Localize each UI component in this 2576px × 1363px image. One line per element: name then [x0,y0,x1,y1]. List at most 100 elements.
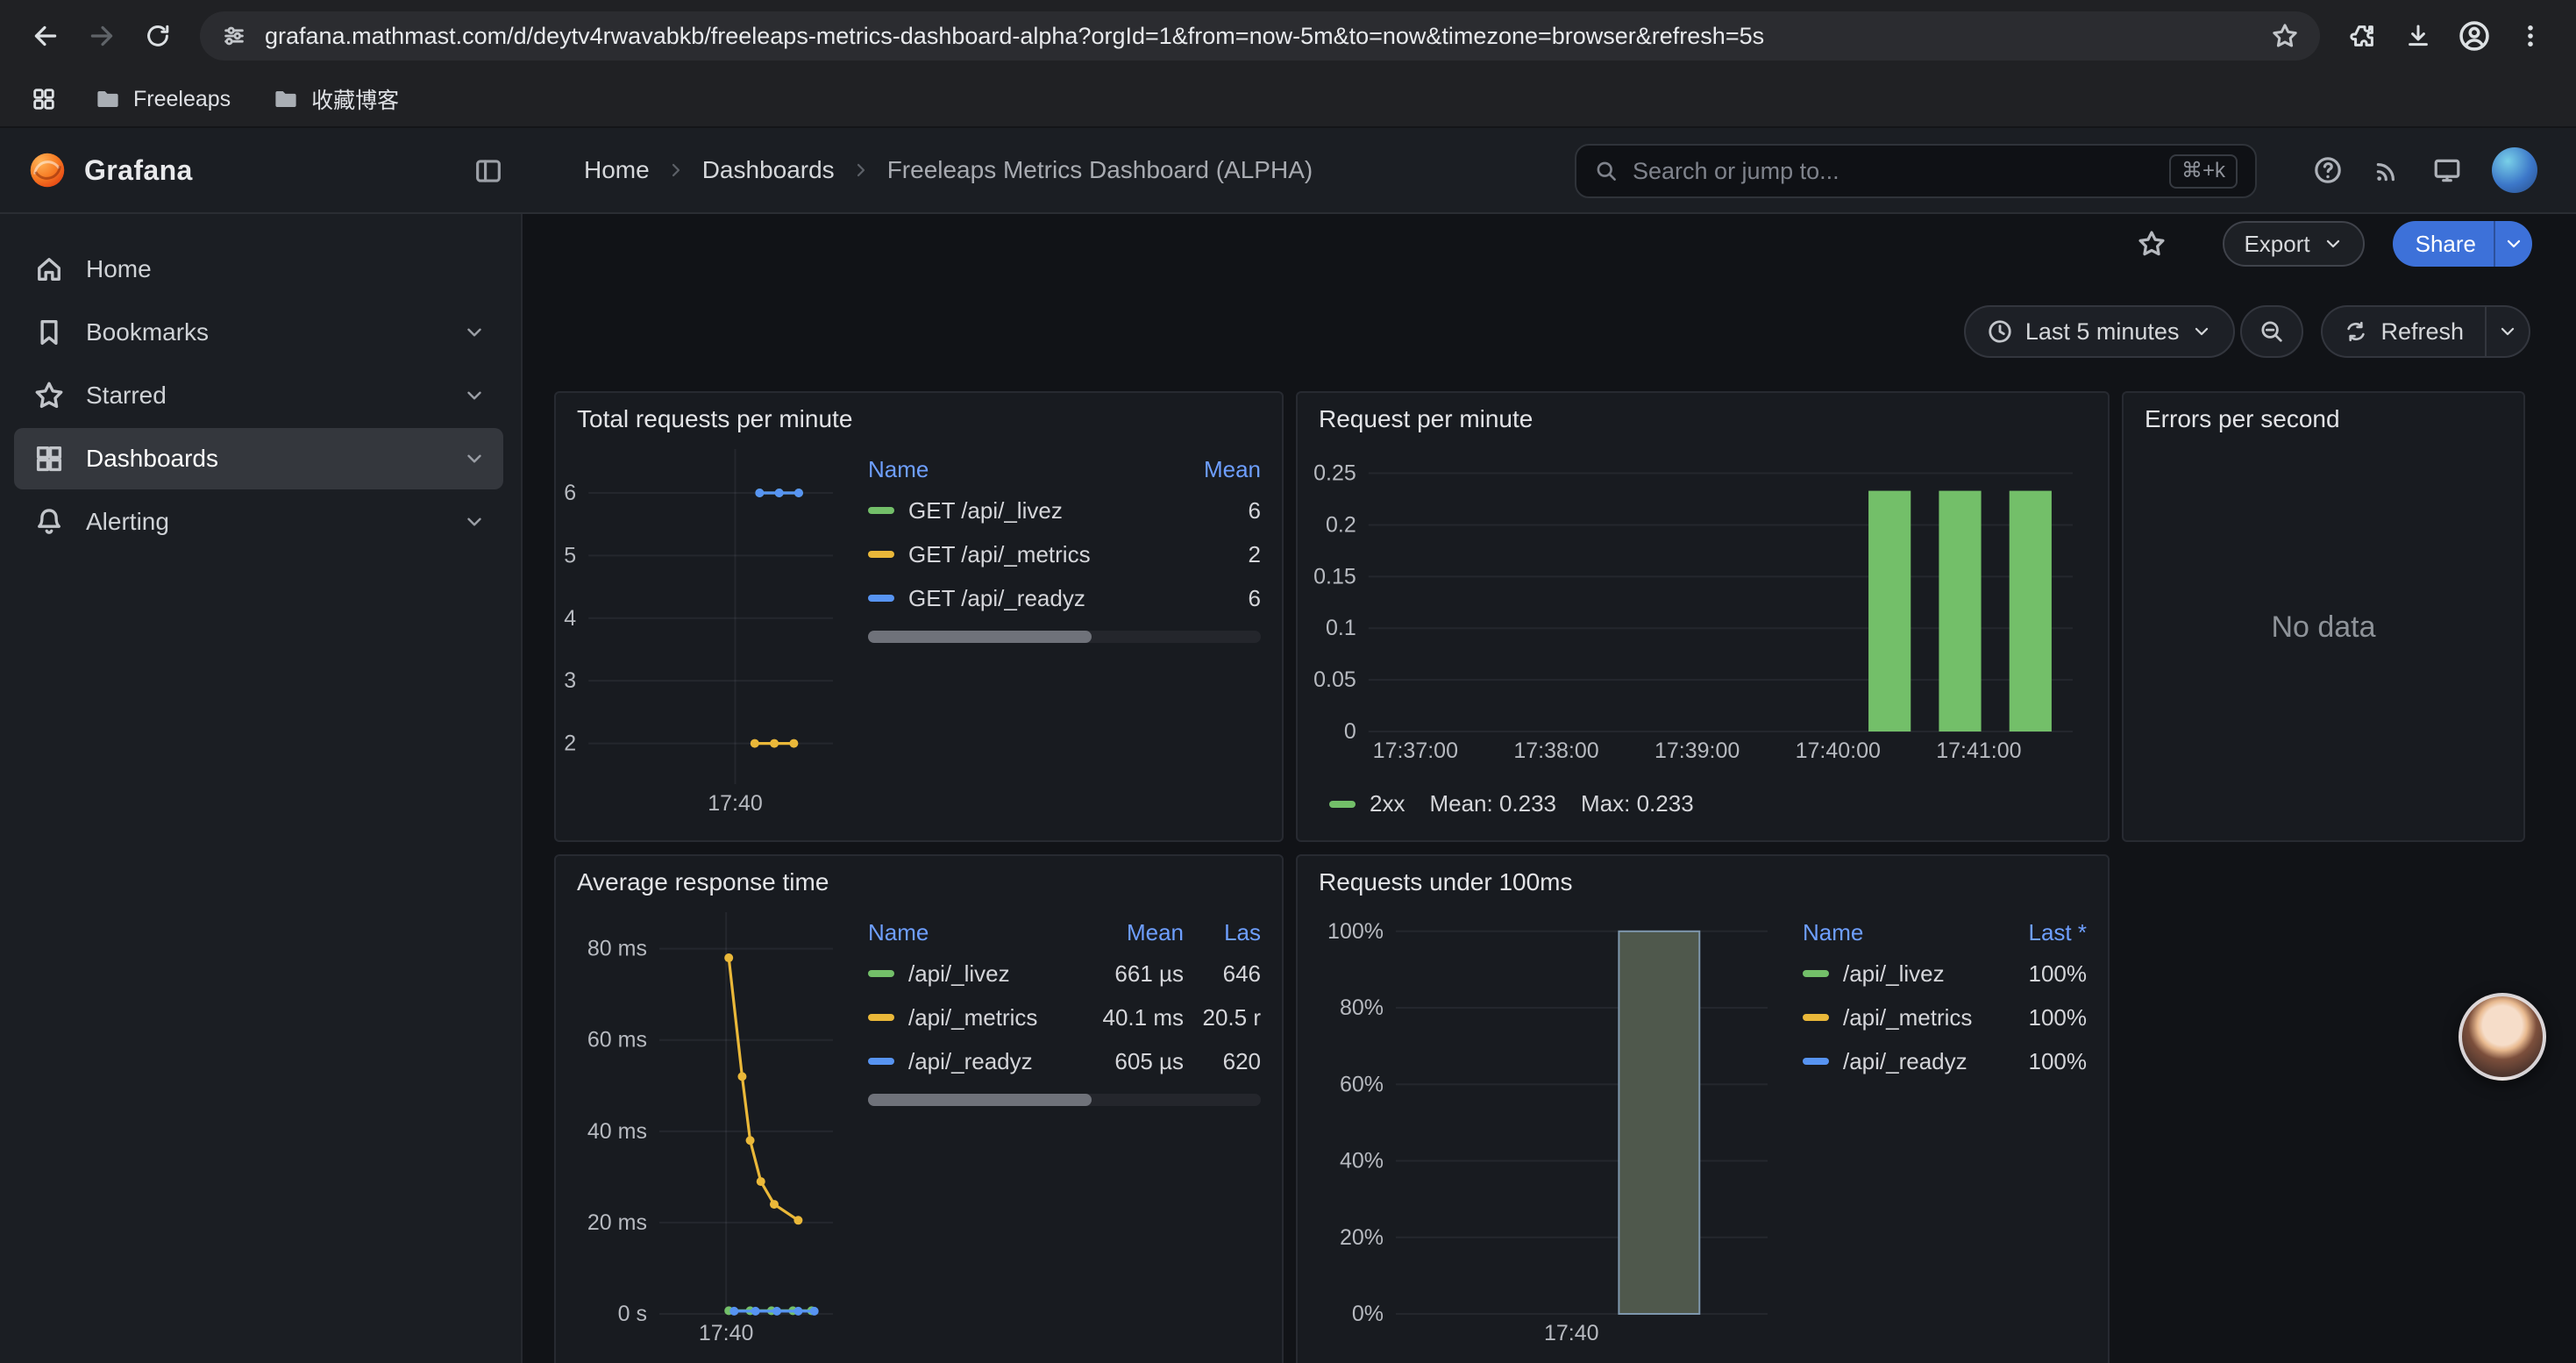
legend-col-name[interactable]: Name [868,919,1075,946]
legend-row[interactable]: /api/_livez 100% [1803,952,2087,995]
series-name[interactable]: GET /api/_livez [908,497,1163,525]
browser-menu-icon[interactable] [2502,8,2558,64]
legend-row[interactable]: /api/_metrics 40.1 ms 20.5 r [868,995,1261,1039]
forward-icon[interactable] [74,8,130,64]
sidebar-item-dashboards[interactable]: Dashboards [14,428,503,489]
share-button[interactable]: Share [2393,221,2532,267]
legend-scrollbar[interactable] [868,1094,1261,1106]
search-icon [1594,159,1619,183]
series-name[interactable]: /api/_metrics [908,1004,1075,1031]
chevron-down-icon[interactable] [463,384,486,407]
sidebar-item-starred[interactable]: Starred [14,365,503,426]
panel-title[interactable]: Total requests per minute [556,393,1282,439]
panel-title[interactable]: Requests under 100ms [1298,856,2108,902]
sidebar-item-alerting[interactable]: Alerting [14,491,503,553]
legend-row[interactable]: GET /api/_livez 6 [868,489,1261,532]
legend-col-mean[interactable]: Mean [1163,456,1261,483]
favorite-star-icon[interactable] [2137,229,2167,259]
apps-grid-icon[interactable] [21,76,67,122]
svg-text:80%: 80% [1340,995,1384,1020]
legend-row[interactable]: /api/_metrics 100% [1803,995,2087,1039]
chevron-down-icon[interactable] [463,510,486,533]
panel-title[interactable]: Request per minute [1298,393,2108,439]
panel-title[interactable]: Average response time [556,856,1282,902]
url-input[interactable] [265,23,2253,50]
legend-col-mean[interactable]: Mean [1075,919,1184,946]
legend-col-name[interactable]: Name [1803,919,1996,946]
panel-title[interactable]: Errors per second [2124,393,2523,439]
series-name[interactable]: /api/_readyz [908,1048,1075,1075]
back-icon[interactable] [18,8,74,64]
legend-col-last[interactable]: Last * [1996,919,2087,946]
bookmarks-bar: Freeleaps 收藏博客 [0,72,2576,128]
help-icon[interactable] [2313,155,2343,185]
chevron-down-icon[interactable] [463,447,486,470]
series-name[interactable]: /api/_livez [908,960,1075,988]
refresh-button[interactable]: Refresh [2321,305,2485,358]
legend-row[interactable]: /api/_readyz 605 µs 620 [868,1039,1261,1083]
series-name[interactable]: GET /api/_metrics [908,541,1163,568]
omnibox[interactable] [200,11,2320,61]
extensions-icon[interactable] [2334,8,2390,64]
chevron-down-icon [2497,321,2518,342]
series-color-marker [868,595,894,602]
downloads-icon[interactable] [2390,8,2446,64]
bookmark-star-icon[interactable] [2271,22,2299,50]
legend-row[interactable]: /api/_livez 661 µs 646 [868,952,1261,995]
search-input[interactable] [1633,158,2155,185]
time-range-picker[interactable]: Last 5 minutes [1964,305,2236,358]
site-settings-icon[interactable] [221,23,247,49]
profile-icon[interactable] [2446,8,2502,64]
chevron-down-icon [2191,321,2212,342]
chevron-down-icon[interactable] [463,321,486,344]
monitor-icon[interactable] [2432,155,2462,185]
series-color-marker [868,551,894,558]
legend-col-last[interactable]: Las [1184,919,1261,946]
floating-avatar[interactable] [2459,993,2546,1081]
user-avatar[interactable] [2492,147,2537,193]
reload-icon[interactable] [130,8,186,64]
export-button[interactable]: Export [2223,221,2364,267]
refresh-group: Refresh [2321,305,2530,358]
legend-col-name[interactable]: Name [868,456,1163,483]
series-color-marker [868,1058,894,1065]
total-requests-chart[interactable]: 6543217:40 [563,439,847,816]
series-name[interactable]: 2xx [1370,790,1405,817]
sidebar-item-home[interactable]: Home [14,239,503,300]
zoom-out-button[interactable] [2240,305,2303,358]
grafana-brand[interactable]: Grafana [28,128,193,212]
breadcrumb-home[interactable]: Home [584,156,650,184]
legend-row[interactable]: 2xx Mean: 0.233 Max: 0.233 [1329,790,1694,817]
series-last: 646 [1184,960,1261,988]
sidebar-item-bookmarks[interactable]: Bookmarks [14,302,503,363]
legend-scrollbar-thumb[interactable] [868,631,1092,643]
request-per-minute-chart[interactable]: 0.250.20.150.10.05017:37:0017:38:0017:39… [1308,442,2087,763]
breadcrumb-dashboards[interactable]: Dashboards [702,156,835,184]
legend-row[interactable]: GET /api/_readyz 6 [868,576,1261,620]
series-mean: 40.1 ms [1075,1004,1184,1031]
series-name[interactable]: /api/_readyz [1843,1048,1996,1075]
dock-menu-icon[interactable] [473,156,503,186]
legend-scrollbar-thumb[interactable] [868,1094,1092,1106]
news-rss-icon[interactable] [2373,155,2402,185]
svg-text:0.2: 0.2 [1326,512,1356,537]
bookmark-folder-blogs[interactable]: 收藏博客 [259,76,413,122]
series-name[interactable]: /api/_metrics [1843,1004,1996,1031]
requests-under-100ms-chart[interactable]: 100%80%60%40%20%0%17:40 [1305,902,1782,1345]
svg-text:6: 6 [564,481,576,505]
svg-text:60%: 60% [1340,1072,1384,1096]
search-box[interactable]: ⌘+k [1575,144,2257,198]
series-name[interactable]: /api/_livez [1843,960,1996,988]
chevron-right-icon [665,160,687,181]
share-dropdown[interactable] [2494,221,2532,267]
panel-errors-per-second: Errors per second No data [2122,391,2525,842]
average-response-time-chart[interactable]: 80 ms60 ms40 ms20 ms0 s17:40 [563,902,847,1345]
legend-row[interactable]: GET /api/_metrics 2 [868,532,1261,576]
svg-text:0 s: 0 s [618,1302,647,1326]
refresh-interval-dropdown[interactable] [2485,305,2530,358]
grafana-header: Grafana Home Dashboards Freeleaps Metric… [0,128,2576,214]
legend-scrollbar[interactable] [868,631,1261,643]
series-name[interactable]: GET /api/_readyz [908,585,1163,612]
bookmark-folder-freeleaps[interactable]: Freeleaps [81,79,245,119]
legend-row[interactable]: /api/_readyz 100% [1803,1039,2087,1083]
